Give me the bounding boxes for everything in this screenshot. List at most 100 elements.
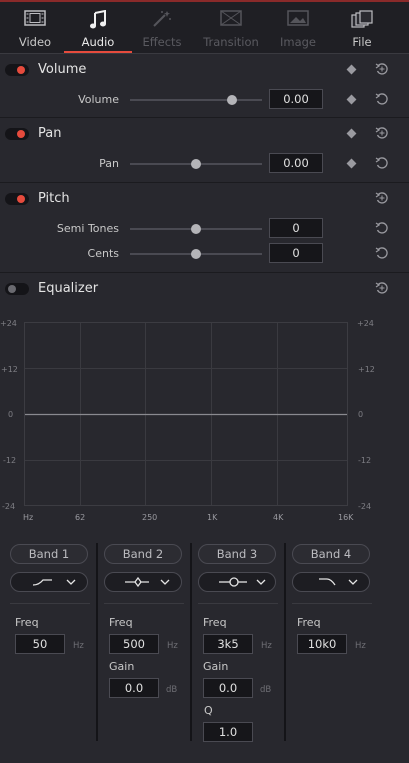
band-divider: [190, 543, 192, 741]
reset-icon[interactable]: [375, 156, 389, 170]
eq-freq-tick: 250: [142, 513, 158, 522]
magic-wand-icon: [128, 10, 196, 30]
pitch-section: Pitch Semi Tones 0 Cents 0: [0, 184, 409, 273]
low-pass-icon: [319, 578, 336, 586]
pitch-enable-toggle[interactable]: [5, 193, 29, 205]
tab-transition[interactable]: Transition: [196, 2, 266, 54]
volume-enable-toggle[interactable]: [5, 64, 29, 76]
cents-label: Cents: [87, 247, 119, 260]
band-separator: [292, 603, 372, 604]
band-divider: [96, 543, 98, 741]
keyframe-diamond-icon[interactable]: [346, 158, 357, 169]
eq-freq-tick: 16K: [338, 513, 354, 522]
pan-title: Pan: [38, 126, 62, 141]
music-note-icon: [64, 10, 132, 30]
volume-slider-thumb[interactable]: [226, 95, 237, 105]
cents-value-field[interactable]: 0: [269, 243, 323, 263]
band-separator: [10, 603, 90, 604]
eq-freq-tick: 4K: [273, 513, 284, 522]
band-2-gain-unit: dB: [166, 685, 178, 695]
cents-slider-thumb[interactable]: [191, 249, 201, 259]
band-4-freq-label: Freq: [297, 616, 321, 629]
volume-value-field[interactable]: 0.00: [269, 89, 323, 109]
volume-param-label: Volume: [78, 93, 119, 106]
eq-db-tick: +12: [358, 365, 375, 374]
pan-slider-thumb[interactable]: [191, 159, 201, 169]
eq-freq-tick: 1K: [207, 513, 218, 522]
reset-all-icon[interactable]: [375, 126, 389, 140]
tab-effects[interactable]: Effects: [128, 2, 196, 54]
tab-image-label: Image: [279, 35, 317, 49]
tab-transition-label: Transition: [203, 35, 259, 49]
high-pass-icon: [32, 579, 52, 586]
pan-param-label: Pan: [99, 157, 119, 170]
tab-video[interactable]: Video: [1, 2, 69, 54]
semitones-label: Semi Tones: [56, 222, 119, 235]
band-2-gain-label: Gain: [109, 660, 135, 673]
band-3-q-label: Q: [204, 704, 213, 717]
tab-video-label: Video: [18, 35, 52, 49]
keyframe-diamond-icon[interactable]: [346, 94, 357, 105]
equalizer-enable-toggle[interactable]: [5, 283, 29, 295]
band-3-q-field[interactable]: 1.0: [203, 722, 253, 742]
inspector-tab-bar: Video Audio Effects Transition Image Fil…: [0, 2, 409, 54]
chevron-down-icon: [66, 579, 76, 585]
keyframe-diamond-icon[interactable]: [346, 128, 357, 139]
equalizer-title: Equalizer: [38, 281, 99, 296]
semitones-slider-thumb[interactable]: [191, 224, 201, 234]
band-2-filter-select[interactable]: [104, 572, 182, 592]
tab-audio[interactable]: Audio: [64, 2, 132, 54]
reset-all-icon[interactable]: [375, 62, 389, 76]
eq-db-tick: 0: [8, 410, 14, 419]
keyframe-diamond-icon[interactable]: [346, 64, 357, 75]
band-3-gain-label: Gain: [203, 660, 229, 673]
chevron-down-icon: [160, 579, 170, 585]
band-separator: [198, 603, 278, 604]
volume-section: Volume Volume 0.00: [0, 55, 409, 118]
equalizer-graph[interactable]: [24, 322, 348, 506]
tab-file-label: File: [352, 35, 372, 49]
notch-icon: [219, 577, 247, 587]
band-4-filter-select[interactable]: [292, 572, 370, 592]
band-2-freq-field[interactable]: 500: [109, 634, 159, 654]
reset-icon[interactable]: [375, 92, 389, 106]
transition-icon: [196, 10, 266, 30]
band-1-filter-select[interactable]: [10, 572, 88, 592]
band-2-button[interactable]: Band 2: [104, 544, 182, 564]
reset-all-icon[interactable]: [375, 191, 389, 205]
tab-file[interactable]: File: [328, 2, 396, 54]
band-1-freq-field[interactable]: 50: [15, 634, 65, 654]
band-4-button[interactable]: Band 4: [292, 544, 370, 564]
band-4-freq-field[interactable]: 10k0: [297, 634, 347, 654]
band-2-freq-label: Freq: [109, 616, 133, 629]
reset-icon[interactable]: [375, 246, 389, 260]
band-1-button[interactable]: Band 1: [10, 544, 88, 564]
eq-db-tick: -24: [358, 502, 372, 511]
band-3-filter-select[interactable]: [198, 572, 276, 592]
volume-title: Volume: [38, 62, 87, 77]
band-3-gain-unit: dB: [260, 685, 272, 695]
band-3-button[interactable]: Band 3: [198, 544, 276, 564]
band-2-gain-field[interactable]: 0.0: [109, 678, 159, 698]
file-stack-icon: [328, 10, 396, 30]
reset-icon[interactable]: [375, 221, 389, 235]
eq-freq-tick: 62: [75, 513, 86, 522]
reset-all-icon[interactable]: [375, 281, 389, 295]
band-3-freq-field[interactable]: 3k5: [203, 634, 253, 654]
volume-slider[interactable]: [130, 99, 262, 101]
eq-db-tick: +24: [0, 319, 17, 328]
band-3-freq-unit: Hz: [261, 641, 272, 651]
band-1-freq-label: Freq: [15, 616, 39, 629]
band-3-gain-field[interactable]: 0.0: [203, 678, 253, 698]
semitones-value-field[interactable]: 0: [269, 218, 323, 238]
pitch-title: Pitch: [38, 191, 70, 206]
pan-value-field[interactable]: 0.00: [269, 153, 323, 173]
tab-image[interactable]: Image: [264, 2, 332, 54]
eq-db-tick: 0: [358, 410, 364, 419]
pan-section: Pan Pan 0.00: [0, 119, 409, 183]
eq-db-tick: +12: [1, 365, 18, 374]
pan-enable-toggle[interactable]: [5, 128, 29, 140]
eq-db-tick: +24: [357, 319, 374, 328]
band-divider: [284, 543, 286, 741]
eq-db-tick: -12: [358, 456, 372, 465]
